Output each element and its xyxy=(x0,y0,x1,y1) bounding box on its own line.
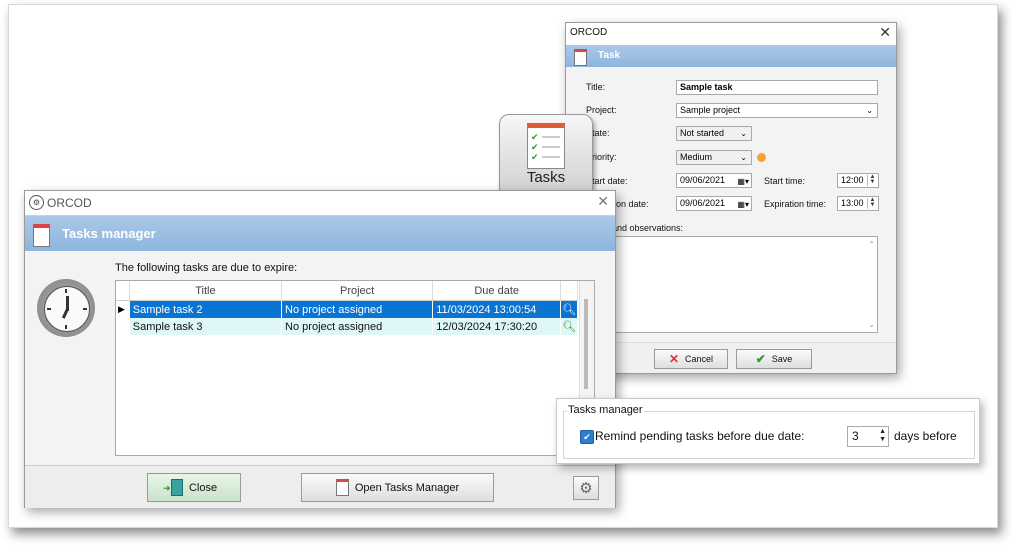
remind-checkbox-label[interactable]: Remind pending tasks before due date: xyxy=(595,429,804,443)
task-title-cell: Sample task 2 xyxy=(129,300,283,318)
calendar-icon xyxy=(335,479,349,496)
task-window-title: ORCOD xyxy=(570,27,608,38)
open-tasks-manager-label: Open Tasks Manager xyxy=(354,481,460,494)
spin-updown-icon[interactable]: ▲ ▼ xyxy=(867,197,877,209)
priority-value: Medium xyxy=(680,152,713,162)
save-button[interactable]: ✔ Save xyxy=(736,349,812,369)
tasks-manager-window: ⚙ ORCOD ✕ Tasks manager The following ta… xyxy=(24,190,616,508)
start-time-value: 12:00 xyxy=(841,175,864,185)
spin-updown-icon[interactable]: ▲ ▼ xyxy=(867,174,877,186)
task-due-cell: 11/03/2024 13:00:54 xyxy=(432,300,562,318)
tasks-manager-banner-title: Tasks manager xyxy=(62,226,156,241)
tasks-manager-footer: ➜ Close Open Tasks Manager ⚙ xyxy=(25,465,615,508)
table-row[interactable]: Sample task 3 No project assigned 12/03/… xyxy=(116,318,578,335)
open-tasks-manager-button[interactable]: Open Tasks Manager xyxy=(301,473,494,502)
expiration-time-field[interactable]: 13:00 ▲ ▼ xyxy=(837,196,879,211)
chevron-down-icon: ⌄ xyxy=(740,153,747,162)
tasks-manager-titlebar: ⚙ ORCOD ✕ xyxy=(25,191,615,216)
grid-header-row: Title Project Due date xyxy=(116,281,578,301)
start-time-field[interactable]: 12:00 ▲ ▼ xyxy=(837,173,879,188)
settings-group-label: Tasks manager xyxy=(567,404,644,416)
task-banner: Task xyxy=(566,45,896,67)
project-value: Sample project xyxy=(680,105,741,115)
project-select[interactable]: Sample project ⌄ xyxy=(676,103,878,118)
clock-icon xyxy=(37,279,95,337)
magnifier-icon[interactable]: 🔍︎ xyxy=(560,300,578,318)
task-banner-title: Task xyxy=(598,50,621,61)
state-select[interactable]: Not started ⌄ xyxy=(676,126,752,141)
save-label: Save xyxy=(771,354,793,364)
close-label: Close xyxy=(188,481,218,494)
start-time-label: Start time: xyxy=(764,176,806,186)
task-title-cell: Sample task 3 xyxy=(129,318,283,335)
cancel-x-icon: ✕ xyxy=(668,352,680,366)
task-icon xyxy=(574,49,587,66)
days-value: 3 xyxy=(852,429,859,443)
app-logo-icon: ⚙ xyxy=(29,195,44,210)
task-project-cell: No project assigned xyxy=(281,300,434,318)
priority-dot-icon xyxy=(757,153,766,162)
spin-updown-icon[interactable]: ▲ ▼ xyxy=(879,428,886,444)
task-window-titlebar: ORCOD ✕ xyxy=(566,23,896,46)
column-header-due-date[interactable]: Due date xyxy=(432,281,562,301)
tasks-manager-banner: Tasks manager xyxy=(25,216,615,251)
task-project-cell: No project assigned xyxy=(281,318,434,335)
close-icon[interactable]: ✕ xyxy=(879,24,891,41)
magnifier-icon[interactable]: 🔍︎ xyxy=(560,318,578,335)
title-label: Title: xyxy=(586,82,606,92)
row-pointer-cell xyxy=(116,318,130,335)
chevron-down-icon: ⌄ xyxy=(740,129,747,138)
gear-icon: ⚙ xyxy=(579,480,593,497)
days-suffix: days before xyxy=(894,429,957,443)
settings-panel: Tasks manager ✔ Remind pending tasks bef… xyxy=(556,398,980,464)
scrollbar-thumb[interactable] xyxy=(584,299,588,389)
priority-select[interactable]: Medium ⌄ xyxy=(676,150,752,165)
calendar-list-icon xyxy=(33,224,50,247)
close-button[interactable]: ➜ Close xyxy=(147,473,241,502)
title-field[interactable]: Sample task xyxy=(676,80,878,95)
clipboard-checklist-icon: ✔ ✔ ✔ xyxy=(527,123,565,169)
title-value: Sample task xyxy=(680,82,733,92)
calendar-icon[interactable]: ▦▾ xyxy=(737,175,749,188)
expiration-date-value: 09/06/2021 xyxy=(680,198,726,208)
action-column-header xyxy=(560,281,578,301)
days-stepper[interactable]: 3 ▲ ▼ xyxy=(847,426,889,447)
notes-textarea[interactable]: ⌃ ⌄ xyxy=(586,236,878,333)
close-icon[interactable]: ✕ xyxy=(597,193,609,210)
expiry-message: The following tasks are due to expire: xyxy=(115,262,298,274)
expiration-time-value: 13:00 xyxy=(841,198,864,208)
cancel-label: Cancel xyxy=(685,354,714,364)
scroll-down-icon[interactable]: ⌄ xyxy=(868,318,875,331)
row-pointer-icon: ▶ xyxy=(116,300,130,318)
start-date-value: 09/06/2021 xyxy=(680,175,726,185)
expiration-time-label: Expiration time: xyxy=(764,199,827,209)
task-due-cell: 12/03/2024 17:30:20 xyxy=(432,318,562,335)
expiration-date-field[interactable]: 09/06/2021 ▦▾ xyxy=(676,196,752,211)
app-icon-label-line1: Tasks xyxy=(526,169,566,186)
table-row[interactable]: ▶ Sample task 2 No project assigned 11/0… xyxy=(116,300,578,318)
chevron-down-icon: ⌄ xyxy=(866,106,873,115)
row-indicator-header xyxy=(116,281,130,301)
remind-checkbox[interactable]: ✔ xyxy=(580,430,594,444)
tasks-grid: Title Project Due date ▶ Sample task 2 N… xyxy=(115,280,595,456)
state-value: Not started xyxy=(680,128,725,138)
settings-button[interactable]: ⚙ xyxy=(573,476,599,500)
scroll-up-icon[interactable]: ⌃ xyxy=(868,238,875,251)
column-header-project[interactable]: Project xyxy=(281,281,434,301)
cancel-button[interactable]: ✕ Cancel xyxy=(654,349,728,369)
project-label: Project: xyxy=(586,105,617,115)
exit-door-icon: ➜ xyxy=(163,479,183,496)
calendar-icon[interactable]: ▦▾ xyxy=(737,198,749,211)
column-header-title[interactable]: Title xyxy=(129,281,283,301)
checkmark-icon: ✔ xyxy=(755,352,766,366)
tasks-manager-window-title: ORCOD xyxy=(47,196,92,210)
start-date-field[interactable]: 09/06/2021 ▦▾ xyxy=(676,173,752,188)
